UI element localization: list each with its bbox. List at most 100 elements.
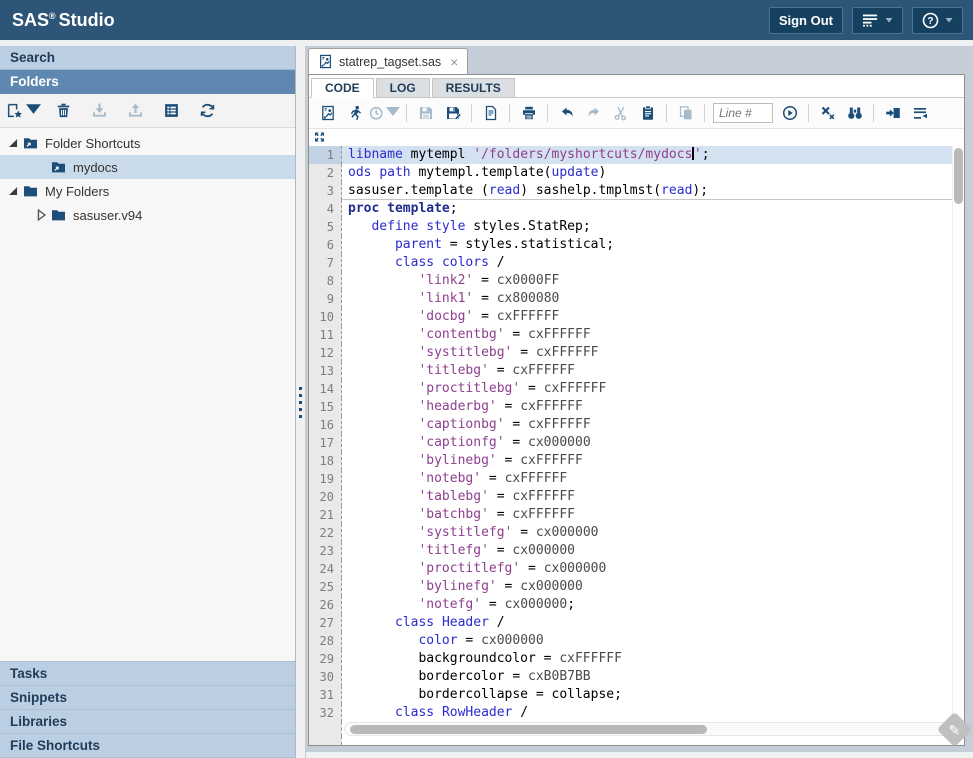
code-line[interactable]: 32 class RowHeader / — [309, 704, 964, 722]
code-line[interactable]: 29 backgroundcolor = cxFFFFFF — [309, 650, 964, 668]
brand-studio: Studio — [59, 10, 115, 30]
code-line[interactable]: 20 'tablebg' = cxFFFFFF — [309, 488, 964, 506]
close-tab-icon[interactable]: × — [450, 55, 458, 69]
pane-splitter[interactable] — [296, 46, 306, 758]
code-line[interactable]: 1libname mytempl '/folders/myshortcuts/m… — [309, 146, 964, 164]
sidebar-section-snippets[interactable]: Snippets — [0, 686, 295, 710]
line-number: 13 — [309, 362, 342, 380]
code-line[interactable]: 23 'titlefg' = cx000000 — [309, 542, 964, 560]
code-line[interactable]: 3sasuser.template (read) sashelp.tmplmst… — [309, 182, 964, 200]
code-line[interactable]: 14 'proctitlebg' = cxFFFFFF — [309, 380, 964, 398]
code-line[interactable]: 30 bordercolor = cxB0B7BB — [309, 668, 964, 686]
svg-text:?: ? — [927, 15, 933, 26]
clear-code-button[interactable] — [814, 100, 841, 126]
code-line[interactable]: 10 'docbg' = cxFFFFFF — [309, 308, 964, 326]
tab-statrep-tagset-sas[interactable]: statrep_tagset.sas × — [308, 48, 468, 74]
run-button[interactable] — [341, 100, 368, 126]
undo-button[interactable] — [553, 100, 580, 126]
code-line[interactable]: 24 'proctitlefg' = cx000000 — [309, 560, 964, 578]
sidebar-section-file-shortcuts[interactable]: File Shortcuts — [0, 734, 295, 758]
help-menu-button[interactable]: ? — [912, 7, 963, 34]
maximize-view-icon[interactable] — [313, 131, 327, 144]
find-replace-button[interactable] — [841, 100, 868, 126]
subtab-log[interactable]: LOG — [376, 78, 430, 98]
go-to-line-button[interactable] — [776, 100, 803, 126]
code-line[interactable]: 5 define style styles.StatRep; — [309, 218, 964, 236]
subtab-results[interactable]: RESULTS — [432, 78, 515, 98]
code-line[interactable]: 16 'captionbg' = cxFFFFFF — [309, 416, 964, 434]
code-line-text: 'headerbg' = cxFFFFFF — [342, 398, 964, 416]
code-line[interactable]: 15 'headerbg' = cxFFFFFF — [309, 398, 964, 416]
submission-history-button[interactable] — [368, 100, 401, 126]
delete-button[interactable] — [48, 97, 78, 125]
program-summary-button[interactable] — [477, 100, 504, 126]
chevron-down-icon — [885, 17, 893, 23]
copy-button[interactable] — [672, 100, 699, 126]
code-line[interactable]: 6 parent = styles.statistical; — [309, 236, 964, 254]
cut-button[interactable] — [607, 100, 634, 126]
code-line[interactable]: 11 'contentbg' = cxFFFFFF — [309, 326, 964, 344]
expander-expanded-icon[interactable] — [6, 136, 20, 150]
vertical-scrollbar-thumb[interactable] — [954, 148, 963, 204]
code-line[interactable]: 27 class Header / — [309, 614, 964, 632]
code-line[interactable]: 25 'bylinefg' = cx000000 — [309, 578, 964, 596]
new-button[interactable] — [6, 97, 42, 125]
new-program-button[interactable] — [314, 100, 341, 126]
code-line[interactable]: 7 class colors / — [309, 254, 964, 272]
horizontal-scrollbar-thumb[interactable] — [350, 725, 707, 734]
splitter-grip-icon — [299, 387, 302, 418]
submit-icon — [885, 105, 901, 121]
sidebar-section-tasks[interactable]: Tasks — [0, 662, 295, 686]
trash-icon — [55, 102, 72, 119]
paste-button[interactable] — [634, 100, 661, 126]
code-line[interactable]: 4proc template; — [309, 200, 964, 218]
folder-icon — [22, 183, 39, 199]
line-number: 16 — [309, 416, 342, 434]
subtab-code[interactable]: CODE — [311, 78, 374, 98]
code-line[interactable]: 2ods path mytempl.template(update) — [309, 164, 964, 182]
expander-collapsed-icon[interactable] — [34, 208, 48, 222]
application-menu-button[interactable] — [852, 7, 903, 34]
refresh-button[interactable] — [192, 97, 222, 125]
tree-item-folder-shortcuts[interactable]: Folder Shortcuts — [0, 131, 295, 155]
save-as-button[interactable] — [439, 100, 466, 126]
code-text-area[interactable]: 1libname mytempl '/folders/myshortcuts/m… — [309, 146, 964, 745]
code-line[interactable]: 12 'systitlebg' = cxFFFFFF — [309, 344, 964, 362]
tree-item-my-folders[interactable]: My Folders — [0, 179, 295, 203]
code-line[interactable]: 28 color = cx000000 — [309, 632, 964, 650]
redo-button[interactable] — [580, 100, 607, 126]
horizontal-scrollbar[interactable] — [344, 722, 962, 736]
vertical-scrollbar[interactable] — [952, 146, 964, 731]
code-line[interactable]: 19 'notebg' = cxFFFFFF — [309, 470, 964, 488]
line-number-input[interactable] — [713, 103, 773, 123]
save-button[interactable] — [412, 100, 439, 126]
code-line[interactable]: 8 'link2' = cx0000FF — [309, 272, 964, 290]
print-button[interactable] — [515, 100, 542, 126]
code-line[interactable]: 22 'systitlefg' = cx000000 — [309, 524, 964, 542]
search-section-header[interactable]: Search — [0, 46, 295, 70]
expander-expanded-icon[interactable] — [6, 184, 20, 198]
properties-button[interactable] — [156, 97, 186, 125]
tree-item-mydocs[interactable]: mydocs — [0, 155, 295, 179]
code-line[interactable]: 17 'captionfg' = cx000000 — [309, 434, 964, 452]
toolbar-divider — [666, 104, 667, 122]
submit-selection-button[interactable] — [879, 100, 906, 126]
code-line[interactable]: 13 'titlebg' = cxFFFFFF — [309, 362, 964, 380]
sidebar-section-libraries[interactable]: Libraries — [0, 710, 295, 734]
folders-section-header[interactable]: Folders — [0, 70, 295, 94]
download-button[interactable] — [84, 97, 114, 125]
sign-out-button[interactable]: Sign Out — [769, 7, 843, 34]
top-bar: SAS®Studio Sign Out ? — [0, 0, 973, 40]
code-line[interactable]: 26 'notefg' = cx000000; — [309, 596, 964, 614]
format-code-button[interactable] — [906, 100, 933, 126]
code-line[interactable]: 31 bordercollapse = collapse; — [309, 686, 964, 704]
tree-item-sasuser-v94[interactable]: sasuser.v94 — [0, 203, 295, 227]
tree-item-label: mydocs — [73, 160, 118, 175]
line-number: 10 — [309, 308, 342, 326]
line-number: 1 — [309, 146, 342, 164]
line-number: 7 — [309, 254, 342, 272]
upload-button[interactable] — [120, 97, 150, 125]
code-line[interactable]: 18 'bylinebg' = cxFFFFFF — [309, 452, 964, 470]
code-line[interactable]: 9 'link1' = cx800080 — [309, 290, 964, 308]
code-line[interactable]: 21 'batchbg' = cxFFFFFF — [309, 506, 964, 524]
